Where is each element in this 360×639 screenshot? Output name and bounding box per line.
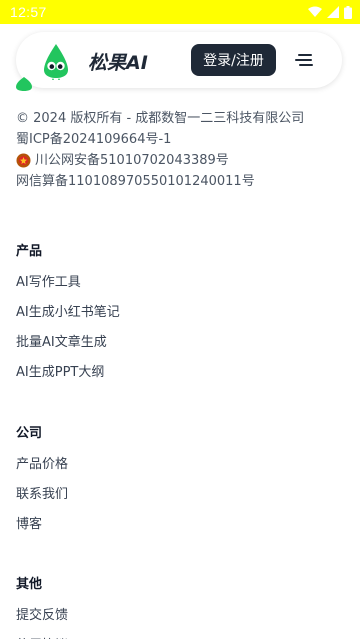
footer-logo-icon (14, 76, 34, 91)
link-ai-xiaohongshu[interactable]: AI生成小红书笔记 (16, 298, 120, 328)
header-bar: 松果AI 登录/注册 (16, 32, 342, 88)
section-title-company: 公司 (16, 426, 43, 441)
link-contact-us[interactable]: 联系我们 (16, 480, 68, 510)
link-pricing[interactable]: 产品价格 (16, 450, 68, 480)
section-products: 产品 AI写作工具 AI生成小红书笔记 批量AI文章生成 AI生成PPT大纲 (16, 240, 120, 388)
link-terms[interactable]: 使用协议 (16, 631, 68, 639)
pinecone-logo-icon[interactable] (38, 42, 74, 80)
link-ai-ppt-outline[interactable]: AI生成PPT大纲 (16, 358, 120, 388)
status-bar: 12:57 (0, 0, 360, 24)
section-title-other: 其他 (16, 577, 43, 592)
brand-name[interactable]: 松果AI (88, 48, 148, 75)
battery-icon (344, 5, 352, 19)
link-feedback[interactable]: 提交反馈 (16, 601, 68, 631)
police-badge-icon (16, 153, 31, 168)
section-title-products: 产品 (16, 244, 43, 259)
signal-icon (327, 6, 339, 18)
link-ai-writing-tool[interactable]: AI写作工具 (16, 268, 120, 298)
copyright-text: © 2024 版权所有 - 成都数智一二三科技有限公司 (16, 111, 305, 126)
footer-info: © 2024 版权所有 - 成都数智一二三科技有限公司 蜀ICP备2024109… (16, 108, 304, 192)
login-register-button[interactable]: 登录/注册 (191, 44, 276, 76)
link-blog[interactable]: 博客 (16, 510, 68, 540)
section-company: 公司 产品价格 联系我们 博客 (16, 422, 68, 540)
wifi-icon (308, 6, 322, 17)
police-record-text: 川公网安备51010702043389号 (35, 153, 229, 168)
icp-link[interactable]: 蜀ICP备2024109664号-1 (16, 129, 304, 150)
police-record-link[interactable]: 川公网安备51010702043389号 (16, 150, 304, 171)
algorithm-record-link[interactable]: 网信算备110108970550101240011号 (16, 171, 304, 192)
section-other: 其他 提交反馈 使用协议 (16, 573, 68, 639)
hamburger-menu-icon[interactable] (295, 52, 315, 68)
link-batch-article[interactable]: 批量AI文章生成 (16, 328, 120, 358)
status-icons (308, 5, 352, 19)
status-time: 12:57 (10, 4, 47, 20)
